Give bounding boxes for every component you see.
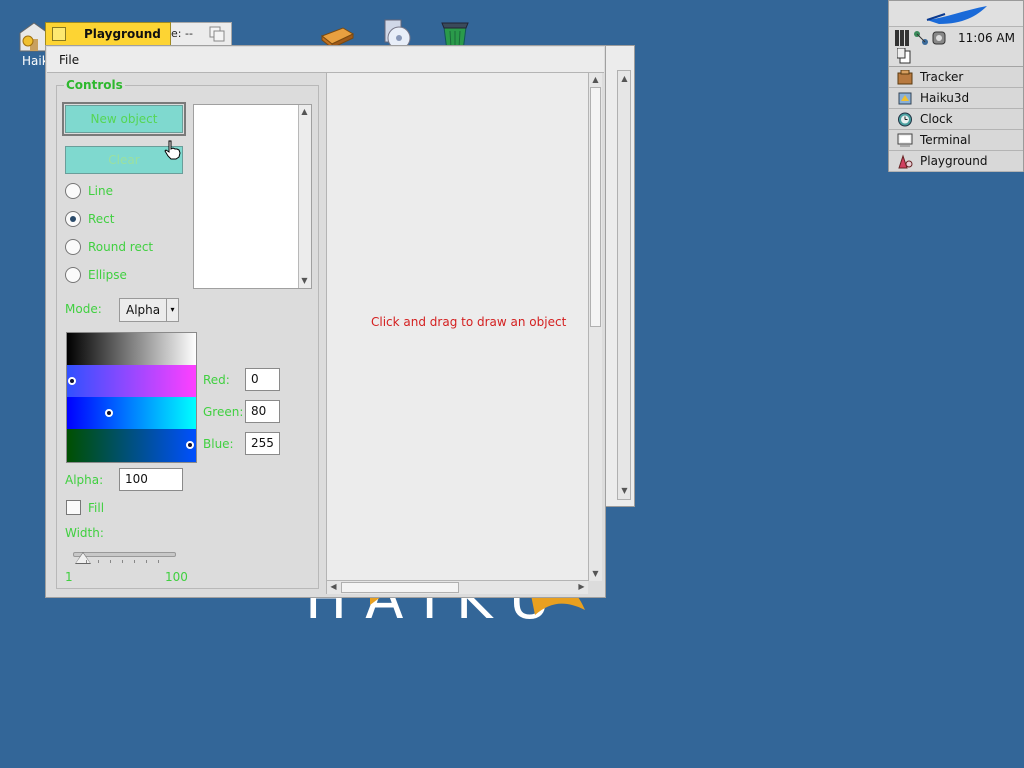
green-label: Green:	[203, 405, 244, 419]
shape-radio-round-rect[interactable]	[65, 239, 81, 255]
blue-ramp[interactable]	[67, 429, 196, 462]
width-slider-thumb[interactable]	[76, 553, 90, 563]
green-knob[interactable]	[105, 409, 113, 417]
zoom-icon[interactable]	[209, 26, 225, 42]
slider-tick	[98, 560, 99, 563]
deskbar-item-tracker[interactable]: Tracker	[889, 67, 1023, 88]
scroll-down-icon[interactable]: ▼	[299, 275, 310, 287]
green-field[interactable]: 80	[245, 400, 280, 423]
vertical-scroll-thumb[interactable]	[590, 87, 601, 327]
slider-tick	[158, 560, 159, 563]
blue-field[interactable]: 255	[245, 432, 280, 455]
shape-radio-rect-label[interactable]: Rect	[88, 212, 114, 226]
cpu-monitor-icon[interactable]	[895, 30, 911, 46]
close-button[interactable]	[52, 27, 66, 41]
slider-tick	[86, 560, 87, 563]
background-window-scrollbar[interactable]: ▲ ▼	[617, 70, 631, 500]
scroll-up-icon[interactable]: ▲	[590, 74, 601, 86]
scroll-down-icon[interactable]: ▼	[619, 485, 630, 497]
mode-label: Mode:	[65, 302, 102, 316]
deskbar-item-label: Playground	[920, 154, 988, 168]
hand-cursor-icon	[164, 140, 181, 160]
network-icon[interactable]	[913, 30, 929, 46]
shape-radio-line-label[interactable]: Line	[88, 184, 113, 198]
color-picker[interactable]	[66, 332, 197, 463]
deskbar-item-label: Clock	[920, 112, 953, 126]
alpha-field[interactable]: 100	[119, 468, 183, 491]
scroll-right-icon[interactable]: ▶	[576, 581, 587, 593]
deskbar-tray: 11:06 AM	[889, 27, 1023, 67]
deskbar: 11:06 AM Tracker Haiku3d Clock Terminal …	[888, 0, 1024, 172]
new-object-button[interactable]: New object	[62, 102, 186, 136]
drawing-canvas[interactable]	[326, 73, 588, 594]
window-title: Playground	[84, 27, 161, 41]
shape-radio-ellipse-label[interactable]: Ellipse	[88, 268, 127, 282]
canvas-hint: Click and drag to draw an object	[371, 315, 567, 329]
haiku3d-icon	[898, 92, 912, 105]
object-list-scrollbar[interactable]: ▲ ▼	[298, 105, 311, 288]
deskbar-clock[interactable]: 11:06 AM	[958, 31, 1015, 45]
terminal-icon	[897, 133, 913, 147]
shape-radio-rect[interactable]	[65, 211, 81, 227]
deskbar-leaf-menu[interactable]	[889, 1, 1023, 27]
width-label: Width:	[65, 526, 104, 540]
shape-radio-ellipse[interactable]	[65, 267, 81, 283]
scroll-down-icon[interactable]: ▼	[590, 568, 601, 580]
volume-icon[interactable]	[931, 30, 947, 46]
playground-icon	[898, 154, 913, 169]
canvas-vertical-scrollbar[interactable]: ▲ ▼	[588, 73, 602, 581]
clock-icon	[898, 112, 912, 127]
mode-menu[interactable]: Alpha ▾	[119, 298, 179, 322]
scroll-up-icon[interactable]: ▲	[619, 73, 630, 85]
clipboard-icon[interactable]	[897, 48, 911, 64]
horizontal-scroll-thumb[interactable]	[341, 582, 459, 593]
red-label: Red:	[203, 373, 230, 387]
canvas-horizontal-scrollbar[interactable]: ◀ ▶	[327, 580, 588, 594]
playground-window: File Controls New object Clear Line Rect…	[45, 45, 606, 598]
deskbar-item-label: Haiku3d	[920, 91, 970, 105]
fill-label[interactable]: Fill	[88, 501, 104, 515]
blue-knob[interactable]	[186, 441, 194, 449]
slider-tick	[122, 560, 123, 563]
red-ramp[interactable]	[67, 365, 196, 397]
shape-radio-round-rect-label[interactable]: Round rect	[88, 240, 153, 254]
deskbar-item-playground[interactable]: Playground	[889, 151, 1023, 172]
scroll-left-icon[interactable]: ◀	[328, 581, 339, 593]
haiku-leaf-icon[interactable]	[925, 4, 989, 26]
alpha-label: Alpha:	[65, 473, 104, 487]
red-field[interactable]: 0	[245, 368, 280, 391]
slider-tick	[134, 560, 135, 563]
object-list[interactable]: ▲ ▼	[193, 104, 312, 289]
menu-bar: File	[47, 47, 604, 73]
background-window-tab[interactable]: e: --	[164, 22, 232, 46]
menu-file[interactable]: File	[59, 53, 79, 67]
gray-ramp[interactable]	[67, 333, 196, 365]
scroll-up-icon[interactable]: ▲	[299, 106, 310, 118]
deskbar-item-label: Tracker	[920, 70, 964, 84]
tracker-icon	[897, 70, 913, 85]
window-title-tab[interactable]: Playground	[45, 22, 171, 46]
mode-menu-value: Alpha	[126, 303, 161, 317]
chevron-down-icon: ▾	[166, 299, 178, 321]
width-min-label: 1	[65, 570, 73, 584]
deskbar-item-haiku3d[interactable]: Haiku3d	[889, 88, 1023, 109]
red-knob[interactable]	[68, 377, 76, 385]
background-window-tab-text: e: --	[171, 27, 193, 40]
width-max-label: 100	[165, 570, 188, 584]
slider-tick	[146, 560, 147, 563]
green-ramp[interactable]	[67, 397, 196, 429]
blue-label: Blue:	[203, 437, 234, 451]
deskbar-item-terminal[interactable]: Terminal	[889, 130, 1023, 151]
deskbar-item-label: Terminal	[920, 133, 971, 147]
fill-checkbox[interactable]	[66, 500, 81, 515]
deskbar-item-clock[interactable]: Clock	[889, 109, 1023, 130]
controls-group-label: Controls	[64, 78, 125, 92]
shape-radio-line[interactable]	[65, 183, 81, 199]
slider-tick	[110, 560, 111, 563]
